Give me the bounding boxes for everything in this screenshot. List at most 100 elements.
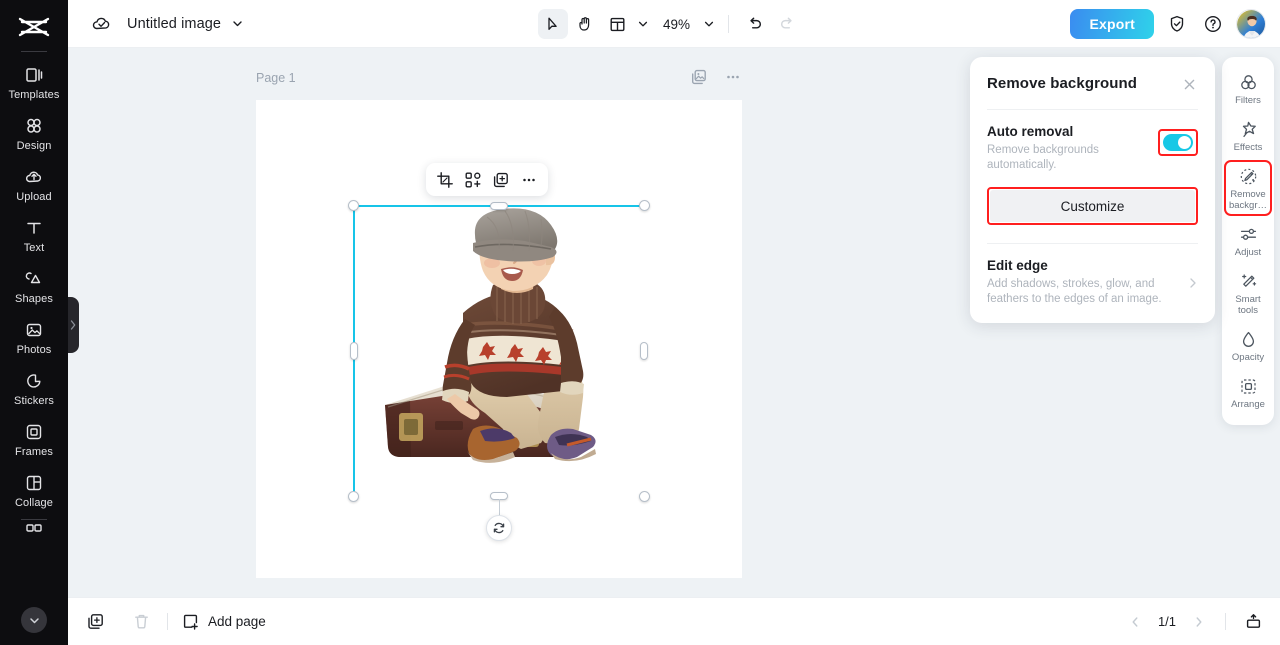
shapes-icon bbox=[23, 268, 45, 290]
tool-label: Remove backgr… bbox=[1228, 189, 1267, 211]
undo-button[interactable] bbox=[740, 9, 770, 39]
edit-edge-text: Edit edge Add shadows, strokes, glow, an… bbox=[987, 258, 1172, 307]
frames-icon bbox=[23, 421, 45, 443]
toddler-on-suitcase-image bbox=[355, 207, 647, 499]
sidebar-item-design[interactable]: Design bbox=[0, 107, 68, 158]
tool-arrange[interactable]: Arrange bbox=[1224, 370, 1272, 415]
customize-button[interactable]: Customize bbox=[990, 190, 1195, 222]
templates-icon bbox=[23, 64, 45, 86]
tool-label: Smart tools bbox=[1235, 294, 1261, 316]
opacity-drop-icon bbox=[1238, 329, 1258, 349]
resize-handle-bottom-right[interactable] bbox=[639, 491, 650, 502]
toggle-knob bbox=[1178, 136, 1191, 149]
resize-handle-bottom-left[interactable] bbox=[348, 491, 359, 502]
tool-opacity[interactable]: Opacity bbox=[1224, 323, 1272, 368]
sidebar-label: Text bbox=[23, 242, 45, 254]
page-indicator: 1/1 bbox=[1157, 614, 1177, 629]
hand-tool-button[interactable] bbox=[570, 9, 600, 39]
redo-button[interactable] bbox=[772, 9, 802, 39]
resize-handle-top-center[interactable] bbox=[490, 202, 508, 210]
tool-label: Adjust bbox=[1234, 247, 1262, 258]
cloud-saved-icon[interactable] bbox=[91, 13, 113, 35]
stickers-icon bbox=[23, 370, 45, 392]
chevron-left-icon bbox=[1129, 615, 1141, 629]
resize-handle-top-right[interactable] bbox=[639, 200, 650, 211]
top-toolbar-center-tools: 49% bbox=[538, 0, 802, 48]
duplicate-page-button[interactable] bbox=[82, 609, 108, 635]
customize-button-highlight: Customize bbox=[987, 187, 1198, 225]
arrange-icon bbox=[1238, 376, 1258, 396]
avatar[interactable] bbox=[1236, 9, 1266, 39]
adjust-sliders-icon bbox=[1238, 224, 1258, 244]
duplicate-page-icon[interactable] bbox=[688, 66, 710, 88]
select-tool-button[interactable] bbox=[538, 9, 568, 39]
chevron-down-icon[interactable] bbox=[231, 17, 244, 30]
tool-label: Filters bbox=[1235, 95, 1261, 106]
bottom-toolbar: Add page 1/1 bbox=[68, 597, 1280, 645]
capcut-logo-icon[interactable] bbox=[16, 12, 52, 42]
resize-handle-middle-left[interactable] bbox=[350, 342, 358, 360]
text-icon bbox=[23, 217, 45, 239]
bottom-divider bbox=[167, 613, 168, 630]
sidebar-label: Frames bbox=[15, 446, 53, 458]
sidebar-label: Photos bbox=[16, 344, 52, 356]
sidebar-item-upload[interactable]: Upload bbox=[0, 158, 68, 209]
layout-caret-icon[interactable] bbox=[634, 11, 651, 37]
sidebar-label: Stickers bbox=[14, 395, 54, 407]
shield-check-icon[interactable] bbox=[1164, 11, 1190, 37]
sidebar-item-templates[interactable]: Templates bbox=[0, 56, 68, 107]
tool-label: Arrange bbox=[1231, 399, 1265, 410]
edit-edge-row[interactable]: Edit edge Add shadows, strokes, glow, an… bbox=[987, 258, 1198, 307]
more-horizontal-icon[interactable] bbox=[518, 168, 541, 191]
sidebar-collapse-button[interactable] bbox=[21, 607, 47, 633]
export-button[interactable]: Export bbox=[1070, 9, 1154, 39]
bottom-divider-2 bbox=[1225, 613, 1226, 630]
prev-page-button[interactable] bbox=[1123, 610, 1147, 634]
sidebar-label: Templates bbox=[8, 89, 60, 101]
resize-handle-middle-right[interactable] bbox=[640, 342, 648, 360]
photos-icon bbox=[23, 319, 45, 341]
layout-tool-button[interactable] bbox=[602, 9, 632, 39]
zoom-level[interactable]: 49% bbox=[663, 17, 690, 32]
tool-effects[interactable]: Effects bbox=[1224, 113, 1272, 158]
tool-filters[interactable]: Filters bbox=[1224, 66, 1272, 111]
sidebar-item-shapes[interactable]: Shapes bbox=[0, 260, 68, 311]
sidebar-item-text[interactable]: Text bbox=[0, 209, 68, 260]
present-button[interactable] bbox=[1240, 609, 1266, 635]
tool-adjust[interactable]: Adjust bbox=[1224, 218, 1272, 263]
duplicate-layer-icon[interactable] bbox=[490, 168, 513, 191]
top-toolbar: Untitled image 49% Export bbox=[68, 0, 1280, 48]
sidebar-item-frames[interactable]: Frames bbox=[0, 413, 68, 464]
zoom-caret-icon[interactable] bbox=[700, 11, 717, 37]
page-tools bbox=[688, 66, 744, 88]
close-icon[interactable] bbox=[1180, 75, 1198, 93]
upload-cloud-icon bbox=[23, 166, 45, 188]
panel-header: Remove background bbox=[987, 75, 1198, 93]
element-toolbar bbox=[426, 163, 548, 196]
add-page-label: Add page bbox=[208, 614, 266, 629]
smart-wand-icon bbox=[1238, 271, 1258, 291]
next-page-button[interactable] bbox=[1187, 610, 1211, 634]
tool-smart-tools[interactable]: Smart tools bbox=[1224, 265, 1272, 321]
sidebar-label: Upload bbox=[16, 191, 52, 203]
sidebar-item-stickers[interactable]: Stickers bbox=[0, 362, 68, 413]
cursor-arrow-icon bbox=[545, 16, 562, 33]
rotate-handle[interactable] bbox=[486, 515, 512, 541]
auto-removal-description: Remove backgrounds automatically. bbox=[987, 144, 1099, 171]
sidebar-item-photos[interactable]: Photos bbox=[0, 311, 68, 362]
delete-button[interactable] bbox=[128, 609, 154, 635]
crop-icon[interactable] bbox=[434, 168, 457, 191]
add-page-button[interactable]: Add page bbox=[181, 612, 266, 631]
resize-handle-top-left[interactable] bbox=[348, 200, 359, 211]
more-horizontal-icon[interactable] bbox=[722, 66, 744, 88]
question-circle-icon[interactable] bbox=[1200, 11, 1226, 37]
align-position-icon[interactable] bbox=[462, 168, 485, 191]
document-title[interactable]: Untitled image bbox=[127, 16, 221, 32]
sidebar-item-more-partial[interactable] bbox=[0, 522, 68, 548]
tool-remove-background[interactable]: Remove backgr… bbox=[1224, 160, 1272, 216]
undo-icon bbox=[746, 15, 764, 33]
auto-removal-toggle[interactable] bbox=[1163, 134, 1193, 151]
sidebar-item-collage[interactable]: Collage bbox=[0, 464, 68, 515]
redo-icon bbox=[778, 15, 796, 33]
selected-image-element[interactable] bbox=[348, 200, 650, 541]
